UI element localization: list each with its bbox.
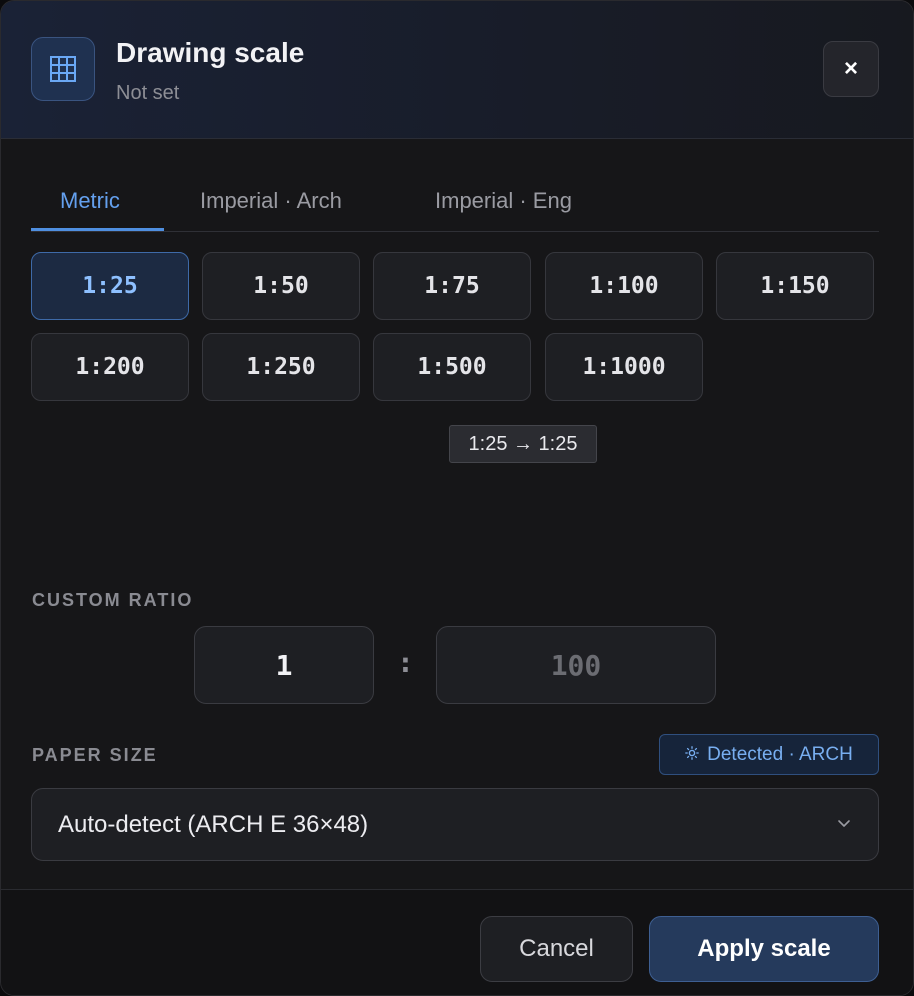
paper-size-select[interactable]: Auto-detect (ARCH E 36×48) [31, 788, 879, 861]
close-icon: × [843, 55, 858, 82]
detected-badge: Detected · ARCH [659, 734, 879, 775]
scale-button-1-500[interactable]: 1:500 [373, 333, 531, 401]
ratio-left-input[interactable]: 1 [194, 626, 374, 704]
dialog-title: Drawing scale [116, 37, 305, 68]
scale-button-1-50[interactable]: 1:50 [202, 252, 360, 320]
scale-button-1-100[interactable]: 1:100 [545, 252, 703, 320]
tab-imperial-arch[interactable]: Imperial · Arch [200, 171, 342, 231]
paper-size-label: PAPER SIZE [32, 745, 158, 765]
scale-button-1-1000[interactable]: 1:1000 [545, 333, 703, 401]
cancel-button[interactable]: Cancel [480, 916, 633, 982]
close-button[interactable]: × [823, 41, 879, 97]
dialog-header: Drawing scale Not set × [1, 1, 913, 139]
scale-button-1-25[interactable]: 1:25 [31, 252, 189, 320]
chevron-down-icon [836, 815, 852, 836]
scale-button-1-250[interactable]: 1:250 [202, 333, 360, 401]
dialog-footer: Cancel Apply scale [1, 889, 913, 995]
scale-button-1-200[interactable]: 1:200 [31, 333, 189, 401]
ratio-separator: : [397, 646, 414, 679]
unit-tabs: Metric Imperial · Arch Imperial · Eng [31, 171, 879, 232]
ratio-right-input[interactable]: 100 [436, 626, 716, 704]
scale-button-1-75[interactable]: 1:75 [373, 252, 531, 320]
grid-icon [31, 37, 95, 101]
sun-icon [685, 744, 699, 766]
active-tab-indicator [31, 228, 164, 231]
tab-imperial-eng[interactable]: Imperial · Eng [435, 171, 572, 231]
scale-tooltip: 1:25 → 1:25 [449, 425, 597, 463]
custom-ratio-label: CUSTOM RATIO [32, 590, 194, 610]
paper-size-value: Auto-detect (ARCH E 36×48) [58, 811, 369, 838]
tab-metric[interactable]: Metric [60, 171, 120, 231]
dialog-subtitle: Not set [116, 82, 180, 104]
scale-button-1-150[interactable]: 1:150 [716, 252, 874, 320]
drawing-scale-dialog: Drawing scale Not set × Metric Imperial … [0, 0, 914, 996]
apply-scale-button[interactable]: Apply scale [649, 916, 879, 982]
detected-badge-text: Detected · ARCH [707, 743, 853, 765]
